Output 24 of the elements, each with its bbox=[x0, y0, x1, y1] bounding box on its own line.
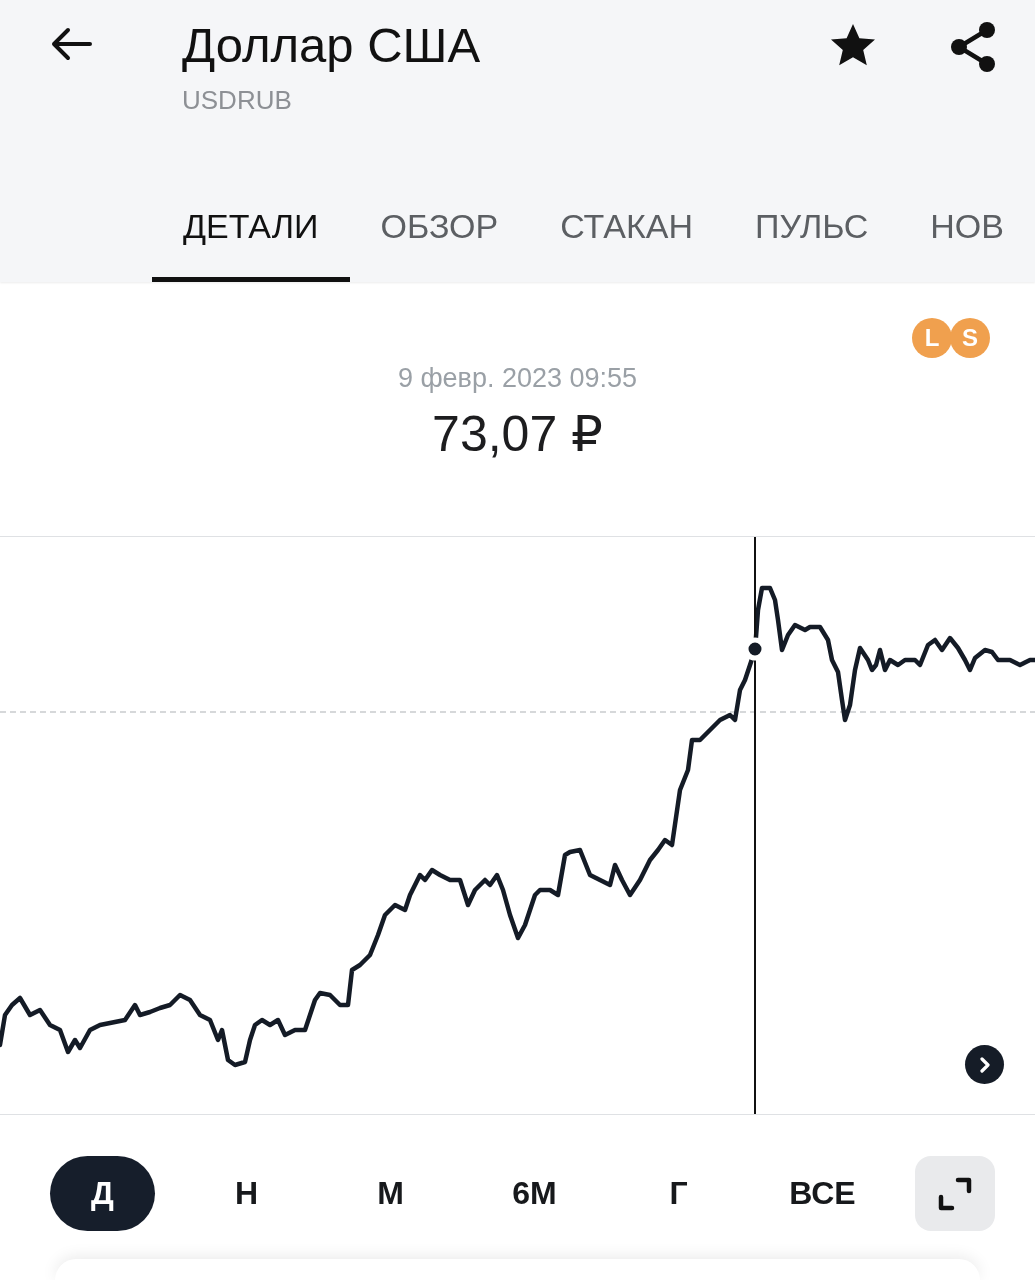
session-badge: S bbox=[950, 318, 990, 358]
session-badge: L bbox=[912, 318, 952, 358]
period-button[interactable]: Д bbox=[50, 1156, 155, 1231]
share-icon[interactable] bbox=[949, 21, 997, 73]
quote-date: 9 февр. 2023 09:55 bbox=[397, 362, 638, 394]
quote-price: 73,07 ₽ bbox=[432, 406, 603, 462]
back-arrow-icon[interactable] bbox=[50, 27, 92, 61]
expand-button[interactable] bbox=[915, 1156, 995, 1231]
chevron-right-icon bbox=[978, 1056, 991, 1073]
expand-icon bbox=[937, 1175, 973, 1212]
period-button[interactable]: 6М bbox=[482, 1156, 587, 1231]
period-button[interactable]: Г bbox=[626, 1156, 731, 1231]
period-button[interactable]: ВСЕ bbox=[770, 1156, 875, 1231]
tab[interactable]: ОБЗОР bbox=[349, 194, 530, 282]
instrument-title: Доллар США bbox=[182, 18, 482, 72]
period-button[interactable]: Н bbox=[194, 1156, 299, 1231]
ticker-symbol: USDRUB bbox=[182, 85, 293, 115]
period-button[interactable]: М bbox=[338, 1156, 443, 1231]
tab[interactable]: СТАКАН bbox=[529, 194, 724, 282]
tab[interactable]: НОВ bbox=[899, 194, 1035, 282]
scroll-right-button[interactable] bbox=[965, 1045, 1004, 1084]
tab[interactable]: ПУЛЬС bbox=[723, 194, 900, 282]
tab[interactable]: ДЕТАЛИ bbox=[152, 194, 350, 282]
star-icon[interactable] bbox=[829, 22, 877, 68]
